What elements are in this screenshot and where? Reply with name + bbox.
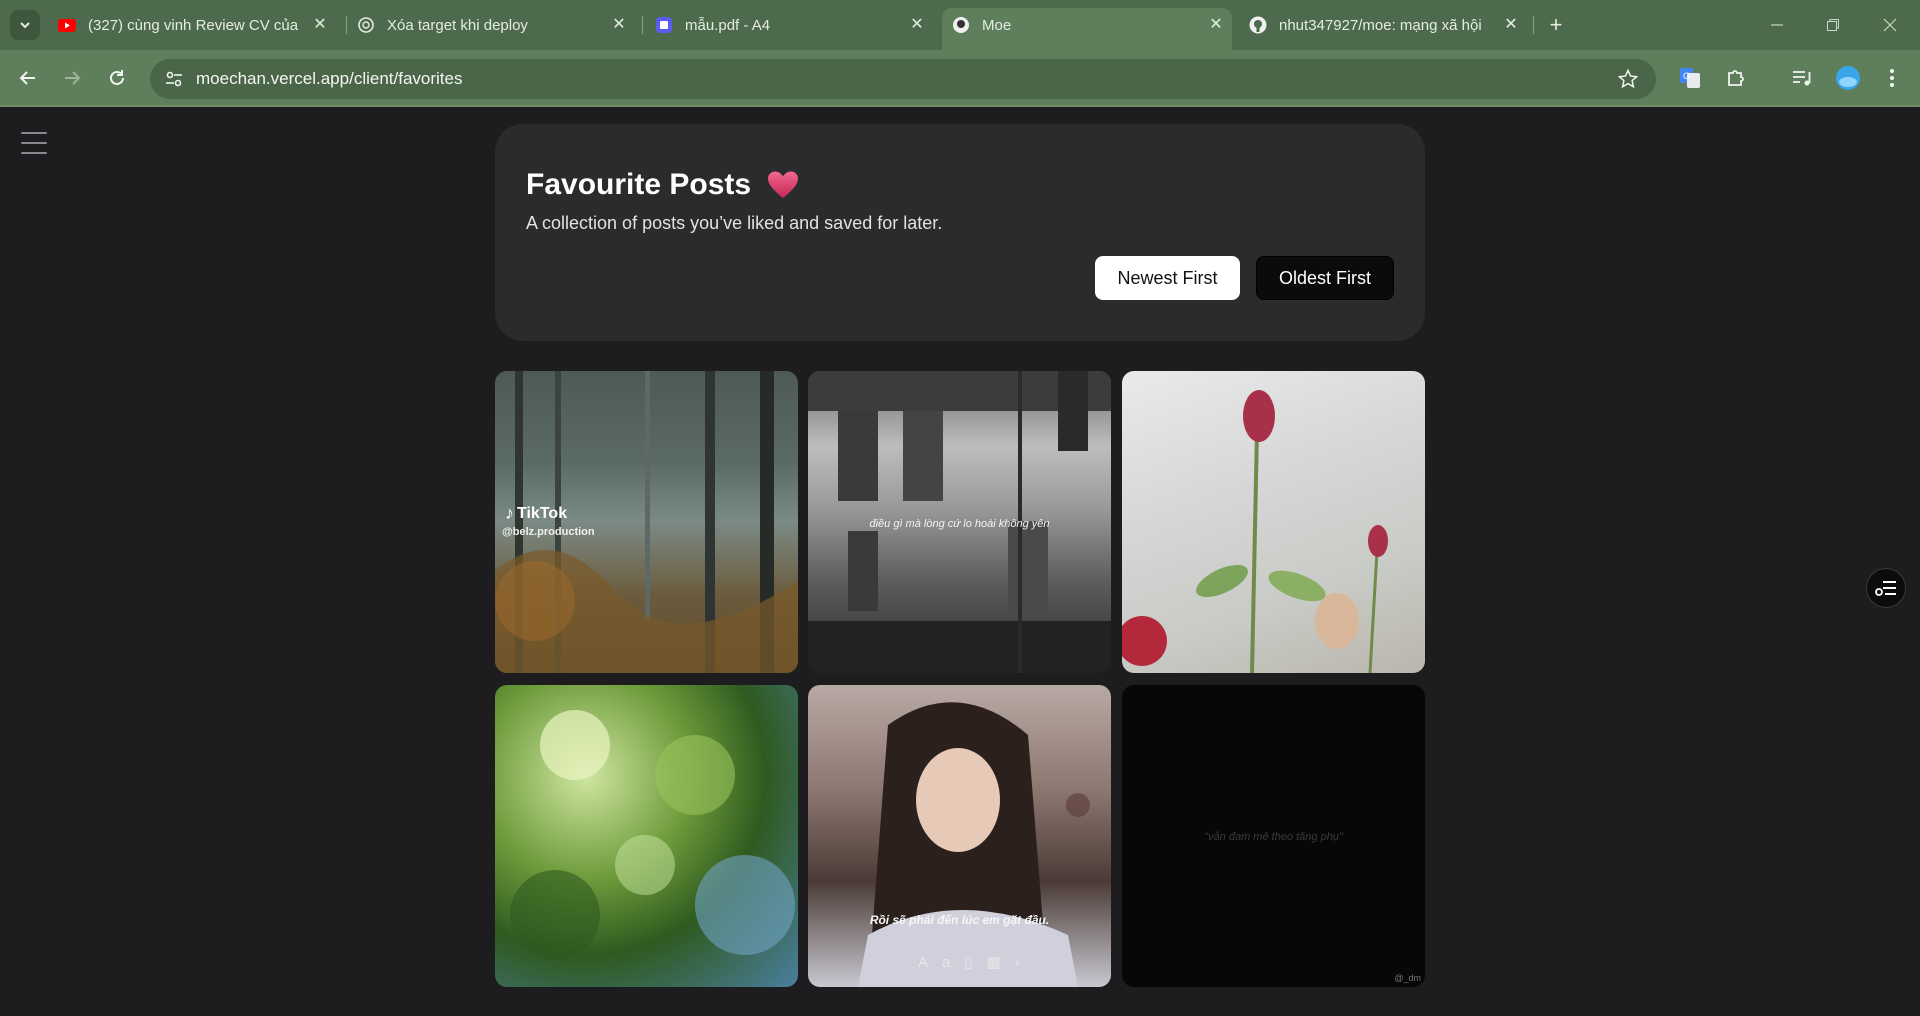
- reload-button[interactable]: [101, 62, 133, 94]
- svg-text:G: G: [1683, 71, 1690, 81]
- sort-oldest-button[interactable]: Oldest First: [1256, 256, 1394, 300]
- tab-divider: [346, 16, 347, 34]
- tab-title: Moe: [982, 16, 1012, 34]
- close-tab-icon[interactable]: ✕: [907, 15, 927, 35]
- playlist-icon: [1793, 71, 1811, 86]
- pdf-editor-icon: [655, 16, 673, 34]
- google-translate-icon: G: [1680, 68, 1700, 88]
- foliage-image: [510, 710, 795, 960]
- post-thumbnail[interactable]: [495, 685, 798, 987]
- close-tab-icon[interactable]: ✕: [1501, 15, 1521, 35]
- media-control-button[interactable]: [1786, 62, 1818, 94]
- browser-menu-button[interactable]: [1876, 62, 1908, 94]
- post-thumbnail[interactable]: [1122, 371, 1425, 673]
- page-title: Favourite Posts: [526, 168, 752, 201]
- tiktok-handle: @belz.production: [502, 526, 595, 538]
- more-vertical-icon: [1890, 69, 1894, 87]
- close-tab-icon[interactable]: ✕: [1206, 15, 1226, 35]
- tab-title: Xóa target khi deploy: [387, 16, 528, 34]
- post-thumbnail[interactable]: "vẫn đam mê theo tăng phụ" @_dm: [1122, 685, 1425, 987]
- sort-newest-button[interactable]: Newest First: [1095, 256, 1240, 300]
- browser-toolbar: moechan.vercel.app/client/favorites G: [0, 50, 1920, 107]
- tab-title: (327) cùng vinh Review CV của: [88, 16, 299, 34]
- heart-icon: [768, 171, 799, 198]
- post-thumbnail[interactable]: Rồi sẽ phải đến lúc em gặt đầu. Aa▯▦›: [808, 685, 1111, 987]
- extensions-button[interactable]: [1720, 62, 1752, 94]
- arrow-right-icon: [65, 71, 81, 85]
- chatgpt-icon: [357, 16, 375, 34]
- profile-avatar-button[interactable]: [1832, 62, 1864, 94]
- close-tab-icon[interactable]: ✕: [310, 15, 330, 35]
- tab-title: mẫu.pdf - A4: [685, 16, 771, 34]
- tiktok-icon: ♪: [505, 503, 514, 523]
- video-controls: Aa▯▦›: [918, 954, 1034, 971]
- menu-bar: [21, 152, 47, 154]
- post-thumbnail[interactable]: ♪ TikTok @belz.production: [495, 371, 798, 673]
- puzzle-icon: [1728, 70, 1744, 86]
- minimize-button[interactable]: [1749, 0, 1805, 50]
- rose-image: [1122, 390, 1388, 673]
- avatar-icon: [1836, 66, 1860, 90]
- menu-bar: [21, 132, 47, 134]
- tab-youtube[interactable]: (327) cùng vinh Review CV của ✕: [58, 8, 330, 42]
- toggle-list-icon: [1875, 581, 1896, 596]
- translate-extension-button[interactable]: G: [1674, 62, 1706, 94]
- tab-title: nhut347927/moe: mạng xã hội: [1279, 16, 1482, 34]
- moe-icon: [952, 16, 970, 34]
- reload-icon: [110, 70, 124, 85]
- arrow-left-icon: [19, 71, 35, 85]
- new-tab-button[interactable]: +: [1543, 12, 1569, 38]
- youtube-icon: [58, 16, 76, 34]
- post-handle: @_dm: [1394, 973, 1421, 983]
- back-button[interactable]: [12, 62, 44, 94]
- bookmark-star-icon[interactable]: [1618, 69, 1638, 89]
- page-subtitle: A collection of posts you’ve liked and s…: [526, 213, 943, 233]
- post-caption: "vẫn đam mê theo tăng phụ": [1204, 831, 1343, 843]
- github-icon: [1249, 16, 1267, 34]
- chevron-down-icon: [20, 22, 30, 29]
- tab-github[interactable]: nhut347927/moe: mạng xã hội ✕: [1249, 8, 1521, 42]
- menu-icon[interactable]: [21, 132, 47, 154]
- menu-bar: [21, 142, 47, 144]
- tab-divider: [642, 16, 643, 34]
- site-info-icon[interactable]: [154, 59, 194, 99]
- post-caption: Rồi sẽ phải đến lúc em gặt đầu.: [869, 913, 1050, 927]
- restore-icon: [1827, 19, 1839, 31]
- tab-divider: [1533, 16, 1534, 34]
- tab-moe[interactable]: Moe ✕: [942, 8, 1232, 50]
- address-bar[interactable]: moechan.vercel.app/client/favorites: [150, 59, 1656, 99]
- post-thumbnail[interactable]: điều gì mà lòng cứ lo hoài không yên: [808, 371, 1111, 673]
- tab-search-button[interactable]: [10, 10, 40, 40]
- floating-action-button[interactable]: [1866, 568, 1906, 608]
- title-row: Favourite Posts: [526, 168, 799, 202]
- close-icon: [1883, 18, 1897, 32]
- close-window-button[interactable]: [1862, 0, 1918, 50]
- favorites-header-card: Favourite Posts A collection of posts yo…: [495, 124, 1425, 341]
- portrait-image: [858, 702, 1090, 987]
- restore-button[interactable]: [1805, 0, 1861, 50]
- tab-chatgpt[interactable]: Xóa target khi deploy ✕: [357, 8, 629, 42]
- url-text: moechan.vercel.app/client/favorites: [196, 69, 463, 88]
- tiktok-brand: TikTok: [517, 504, 568, 522]
- close-tab-icon[interactable]: ✕: [609, 15, 629, 35]
- post-caption: điều gì mà lòng cứ lo hoài không yên: [869, 518, 1050, 530]
- browser-tab-strip: (327) cùng vinh Review CV của ✕ Xóa targ…: [0, 0, 1920, 50]
- tab-pdf[interactable]: mẫu.pdf - A4 ✕: [655, 8, 927, 42]
- minimize-icon: [1771, 24, 1783, 26]
- forward-button[interactable]: [56, 62, 88, 94]
- tiktok-watermark: ♪ TikTok: [505, 503, 567, 524]
